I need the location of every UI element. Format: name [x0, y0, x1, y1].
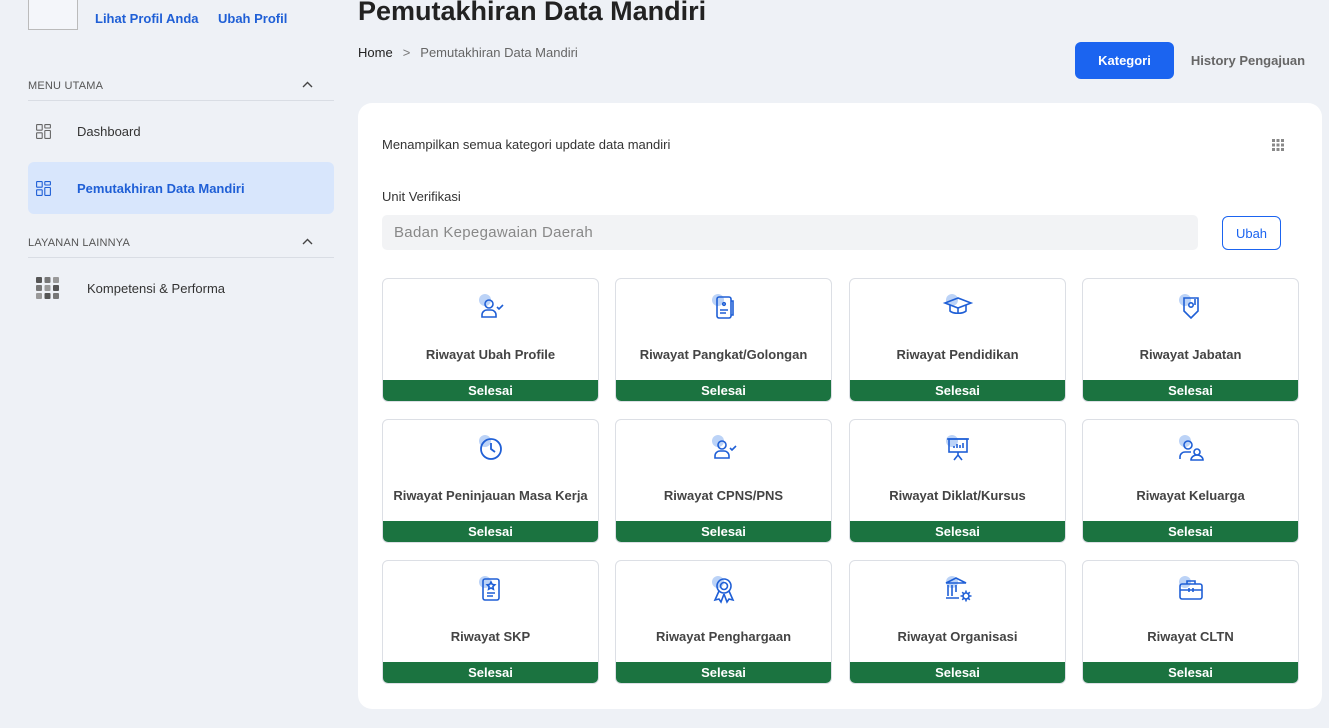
- dashboard-icon: [35, 180, 51, 196]
- chevron-up-icon[interactable]: [302, 238, 313, 248]
- breadcrumb: Home > Pemutakhiran Data Mandiri: [358, 45, 578, 60]
- sidebar-item-label: Dashboard: [77, 123, 141, 139]
- id-card-icon: [708, 291, 740, 323]
- briefcase-icon: [1175, 573, 1207, 605]
- status-badge: Selesai: [1083, 521, 1298, 542]
- document-star-icon: [475, 573, 507, 605]
- avatar[interactable]: [28, 0, 78, 30]
- sidebar: Lihat Profil Anda Ubah Profil MENU UTAMA…: [0, 0, 345, 728]
- status-badge: Selesai: [1083, 380, 1298, 401]
- status-badge: Selesai: [850, 662, 1065, 683]
- category-tile-cpns-pns[interactable]: Riwayat CPNS/PNS Selesai: [615, 419, 832, 543]
- status-badge: Selesai: [383, 662, 598, 683]
- category-tile-ubah-profile[interactable]: Riwayat Ubah Profile Selesai: [382, 278, 599, 402]
- tab-history-pengajuan[interactable]: History Pengajuan: [1184, 42, 1312, 79]
- breadcrumb-home[interactable]: Home: [358, 45, 393, 60]
- apps-grid-icon: [36, 276, 60, 300]
- category-label: Riwayat Jabatan: [1139, 347, 1242, 362]
- category-label: Riwayat CPNS/PNS: [663, 488, 784, 503]
- graduation-cap-icon: [942, 291, 974, 323]
- section-title: LAYANAN LAINNYA: [28, 236, 131, 249]
- user-check-icon: [475, 291, 507, 323]
- badge-icon: [1175, 291, 1207, 323]
- category-tile-skp[interactable]: Riwayat SKP Selesai: [382, 560, 599, 684]
- building-gear-icon: [942, 573, 974, 605]
- category-tile-peninjauan-masa-kerja[interactable]: Riwayat Peninjauan Masa Kerja Selesai: [382, 419, 599, 543]
- category-label: Riwayat CLTN: [1147, 629, 1234, 644]
- award-icon: [708, 573, 740, 605]
- users-icon: [1175, 432, 1207, 464]
- section-header-menu-utama[interactable]: MENU UTAMA: [28, 71, 334, 101]
- category-tile-jabatan[interactable]: Riwayat Jabatan Selesai: [1082, 278, 1299, 402]
- status-badge: Selesai: [616, 380, 831, 401]
- status-badge: Selesai: [850, 521, 1065, 542]
- section-header-layanan-lainnya[interactable]: LAYANAN LAINNYA: [28, 228, 334, 258]
- category-label: Riwayat Keluarga: [1136, 488, 1245, 503]
- user-check-icon: [708, 432, 740, 464]
- breadcrumb-separator: >: [402, 45, 411, 60]
- category-tile-cltn[interactable]: Riwayat CLTN Selesai: [1082, 560, 1299, 684]
- chevron-up-icon[interactable]: [302, 81, 313, 91]
- category-label: Riwayat Penghargaan: [655, 629, 792, 644]
- sidebar-item-label: Kompetensi & Performa: [87, 280, 226, 296]
- presentation-icon: [942, 432, 974, 464]
- category-label: Riwayat Diklat/Kursus: [889, 488, 1026, 503]
- breadcrumb-current: Pemutakhiran Data Mandiri: [420, 45, 578, 60]
- category-card: Menampilkan semua kategori update data m…: [358, 103, 1322, 709]
- grid-view-icon[interactable]: [1272, 138, 1284, 156]
- category-tile-keluarga[interactable]: Riwayat Keluarga Selesai: [1082, 419, 1299, 543]
- edit-profile-link[interactable]: Ubah Profil: [218, 11, 287, 26]
- status-badge: Selesai: [383, 521, 598, 542]
- clock-icon: [475, 432, 507, 464]
- category-tile-organisasi[interactable]: Riwayat Organisasi Selesai: [849, 560, 1066, 684]
- category-label: Riwayat Pangkat/Golongan: [639, 347, 808, 362]
- unit-verifikasi-label: Unit Verifikasi: [382, 189, 461, 204]
- card-description: Menampilkan semua kategori update data m…: [382, 137, 671, 152]
- dashboard-icon: [35, 123, 51, 139]
- category-label: Riwayat Peninjauan Masa Kerja: [393, 488, 588, 503]
- category-tile-diklat-kursus[interactable]: Riwayat Diklat/Kursus Selesai: [849, 419, 1066, 543]
- section-title: MENU UTAMA: [28, 79, 104, 92]
- status-badge: Selesai: [850, 380, 1065, 401]
- change-unit-button[interactable]: Ubah: [1222, 216, 1281, 250]
- unit-verifikasi-field[interactable]: [382, 215, 1198, 250]
- category-label: Riwayat SKP: [450, 629, 531, 644]
- sidebar-item-kompetensi[interactable]: Kompetensi & Performa: [28, 262, 334, 314]
- status-badge: Selesai: [1083, 662, 1298, 683]
- status-badge: Selesai: [383, 380, 598, 401]
- category-tile-penghargaan[interactable]: Riwayat Penghargaan Selesai: [615, 560, 832, 684]
- tab-kategori[interactable]: Kategori: [1075, 42, 1174, 79]
- sidebar-item-dashboard[interactable]: Dashboard: [28, 105, 334, 157]
- status-badge: Selesai: [616, 662, 831, 683]
- sidebar-item-pemutakhiran[interactable]: Pemutakhiran Data Mandiri: [28, 162, 334, 214]
- category-label: Riwayat Organisasi: [897, 629, 1018, 644]
- category-label: Riwayat Ubah Profile: [425, 347, 556, 362]
- page-title: Pemutakhiran Data Mandiri: [358, 0, 707, 26]
- category-tile-pendidikan[interactable]: Riwayat Pendidikan Selesai: [849, 278, 1066, 402]
- category-label: Riwayat Pendidikan: [896, 347, 1019, 362]
- category-tile-pangkat-golongan[interactable]: Riwayat Pangkat/Golongan Selesai: [615, 278, 832, 402]
- sidebar-item-label: Pemutakhiran Data Mandiri: [77, 180, 245, 196]
- view-profile-link[interactable]: Lihat Profil Anda: [95, 11, 199, 26]
- status-badge: Selesai: [616, 521, 831, 542]
